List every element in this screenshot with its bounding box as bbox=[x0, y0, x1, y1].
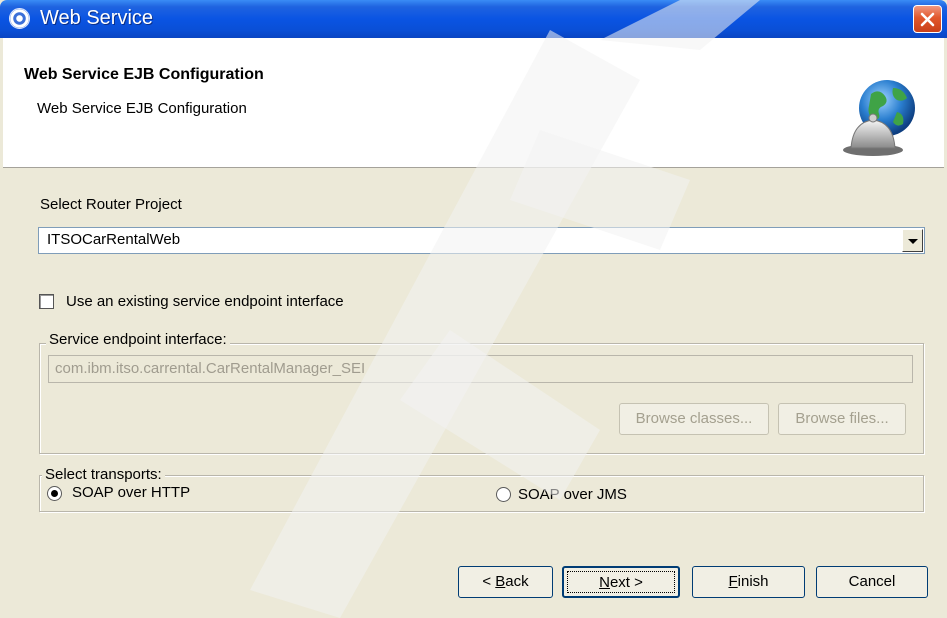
existing-sei-label: Use an existing service endpoint interfa… bbox=[66, 293, 344, 310]
cancel-label: Cancel bbox=[848, 573, 896, 590]
page-title: Web Service EJB Configuration bbox=[24, 66, 264, 83]
back-label: < Back bbox=[482, 573, 529, 590]
browse-classes-label: Browse classes... bbox=[635, 410, 753, 427]
soap-http-label: SOAP over HTTP bbox=[72, 484, 191, 501]
router-project-dropdown[interactable]: ITSOCarRentalWeb bbox=[38, 227, 925, 254]
next-button[interactable]: Next > bbox=[562, 566, 680, 598]
sei-field-value: com.ibm.itso.carrental.CarRentalManager_… bbox=[55, 360, 366, 377]
close-icon bbox=[920, 12, 935, 27]
globe-bell-icon bbox=[843, 80, 915, 156]
dialog-window: Web Service Web Service EJB Configuratio… bbox=[0, 0, 947, 618]
title-bar[interactable]: Web Service bbox=[0, 0, 947, 38]
existing-sei-checkbox[interactable] bbox=[39, 294, 54, 309]
soap-jms-label: SOAP over JMS bbox=[518, 486, 627, 503]
browse-files-button[interactable]: Browse files... bbox=[778, 403, 906, 435]
finish-label: Finish bbox=[728, 573, 769, 590]
dropdown-arrow-button[interactable] bbox=[902, 229, 923, 252]
sei-group-label: Service endpoint interface: bbox=[46, 331, 230, 348]
web-service-icon bbox=[9, 8, 30, 29]
browse-classes-button[interactable]: Browse classes... bbox=[619, 403, 769, 435]
cancel-button[interactable]: Cancel bbox=[816, 566, 928, 598]
finish-button[interactable]: Finish bbox=[692, 566, 805, 598]
router-project-label: Select Router Project bbox=[40, 196, 182, 213]
transports-group-label: Select transports: bbox=[42, 466, 165, 483]
close-button[interactable] bbox=[913, 5, 942, 33]
back-button[interactable]: < Back bbox=[458, 566, 553, 598]
window-title: Web Service bbox=[40, 7, 154, 29]
soap-jms-radio[interactable] bbox=[496, 487, 511, 502]
header-banner: Web Service EJB Configuration Web Servic… bbox=[3, 38, 944, 168]
chevron-down-icon bbox=[908, 239, 918, 244]
router-project-value: ITSOCarRentalWeb bbox=[47, 231, 181, 248]
browse-files-label: Browse files... bbox=[795, 410, 889, 427]
focus-ring bbox=[567, 571, 675, 593]
page-description: Web Service EJB Configuration bbox=[37, 100, 247, 117]
soap-http-radio[interactable] bbox=[47, 486, 62, 501]
sei-field[interactable]: com.ibm.itso.carrental.CarRentalManager_… bbox=[48, 355, 913, 383]
